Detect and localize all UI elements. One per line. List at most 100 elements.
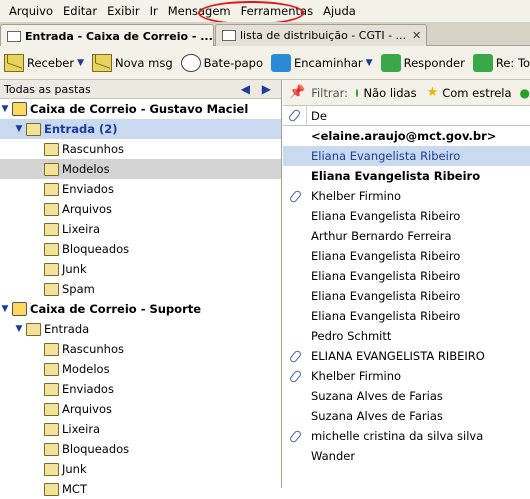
folder-nav-arrows[interactable]: ◀ ▶ [241,82,281,96]
message-row[interactable]: Eliana Evangelista Ribeiro [283,206,530,226]
message-row[interactable]: ELIANA EVANGELISTA RIBEIRO [283,346,530,366]
message-sender: Suzana Alves de Farias [311,409,443,423]
chat-button[interactable]: Bate-papo [180,53,263,72]
message-list: <elaine.araujo@mct.gov.br> Eliana Evangel… [283,126,530,466]
expand-icon[interactable]: ▼ [14,124,24,134]
menu-ir[interactable]: Ir [145,4,163,18]
receive-label: Receber [27,55,75,70]
folder-label: Bloqueados [62,442,130,456]
forward-button[interactable]: Encaminhar ▼ [270,53,373,72]
message-row[interactable]: Pedro Schmitt [283,326,530,346]
new-message-label: Nova msg [114,55,173,70]
pin-icon[interactable]: 📌 [289,85,305,100]
chevron-down-icon[interactable]: ▼ [77,58,84,68]
message-row[interactable]: <elaine.araujo@mct.gov.br> [283,126,530,146]
folder-trash[interactable]: Lixeira [0,419,281,439]
message-row[interactable]: Eliana Evangelista Ribeiro [283,306,530,326]
message-row[interactable]: Wander [283,446,530,466]
message-row[interactable]: Eliana Evangelista Ribeiro [283,286,530,306]
menu-mensagem[interactable]: Mensagem [163,4,236,18]
new-message-button[interactable]: Nova msg [91,53,173,72]
message-row[interactable]: Suzana Alves de Farias [283,406,530,426]
folder-templates[interactable]: Modelos [0,359,281,379]
attachment-column-header[interactable] [283,106,307,125]
mailbox-icon [12,302,27,316]
message-sender: Arthur Bernardo Ferreira [311,229,452,243]
message-row[interactable]: Eliana Evangelista Ribeiro [283,166,530,186]
folder-blocked[interactable]: Bloqueados [0,439,281,459]
menu-bar: Arquivo Editar Exibir Ir Mensagem Ferram… [0,0,530,22]
folder-inbox[interactable]: ▼ Entrada [0,319,281,339]
reply-icon [380,53,401,72]
folder-trash[interactable]: Lixeira [0,219,281,239]
envelope-tab-icon [222,30,236,41]
close-icon[interactable]: ✕ [213,30,214,43]
folder-blocked[interactable]: Bloqueados [0,239,281,259]
close-icon[interactable]: ✕ [406,29,421,42]
contact-icon[interactable]: ● [520,86,530,100]
expand-icon[interactable]: ▼ [14,324,24,334]
message-row[interactable]: Khelber Firmino [283,186,530,206]
menu-editar[interactable]: Editar [58,4,102,18]
reply-button[interactable]: Responder [380,53,465,72]
menu-arquivo[interactable]: Arquivo [4,4,58,18]
message-sender: Eliana Evangelista Ribeiro [311,269,461,283]
paperclip-icon [288,368,302,384]
folder-icon [44,482,59,496]
folder-sent[interactable]: Enviados [0,379,281,399]
filter-starred-button[interactable]: Com estrela [442,86,511,100]
message-row[interactable]: Suzana Alves de Farias [283,386,530,406]
folder-drafts[interactable]: Rascunhos [0,139,281,159]
chat-icon [180,53,201,72]
inbox-tab-icon [7,30,21,42]
reply-all-button[interactable]: Re: Todo [472,53,530,72]
folder-templates[interactable]: Modelos [0,159,281,179]
reply-all-icon [472,53,493,72]
message-row[interactable]: Eliana Evangelista Ribeiro [283,146,530,166]
folder-archives[interactable]: Arquivos [0,399,281,419]
message-row[interactable]: Eliana Evangelista Ribeiro [283,266,530,286]
folder-label: Modelos [62,162,110,176]
unread-dot-icon [356,88,359,97]
trash-icon [44,222,59,236]
attachment-icon [283,368,307,384]
sent-icon [44,382,59,396]
chat-label: Bate-papo [203,55,263,70]
message-row[interactable]: Khelber Firmino [283,366,530,386]
account-gustavo[interactable]: ▼ Caixa de Correio - Gustavo Maciel [0,99,281,119]
account-label: Caixa de Correio - Gustavo Maciel [30,102,249,116]
menu-ferramentas[interactable]: Ferramentas [236,4,318,18]
tab-inbox[interactable]: Entrada - Caixa de Correio - ... ✕ [0,24,214,47]
expand-icon[interactable]: ▼ [0,304,10,314]
message-row[interactable]: michelle cristina da silva silva [283,426,530,446]
folder-junk[interactable]: Junk [0,459,281,479]
message-sender: michelle cristina da silva silva [311,429,484,443]
folder-inbox[interactable]: ▼ Entrada (2) [0,119,281,139]
menu-ajuda[interactable]: Ajuda [318,4,361,18]
message-sender: Eliana Evangelista Ribeiro [311,289,461,303]
star-icon: ★ [426,85,439,100]
templates-icon [44,362,59,376]
menu-exibir[interactable]: Exibir [102,4,145,18]
from-column-header[interactable]: De [307,109,327,123]
templates-icon [44,162,59,176]
folder-label: Junk [62,262,87,276]
filter-unread-button[interactable]: Não lidas [363,86,416,100]
reply-all-label: Re: Todo [495,55,530,70]
folder-sent[interactable]: Enviados [0,179,281,199]
folder-junk[interactable]: Junk [0,259,281,279]
folder-mct[interactable]: MCT [0,479,281,499]
account-suporte[interactable]: ▼ Caixa de Correio - Suporte [0,299,281,319]
folder-archives[interactable]: Arquivos [0,199,281,219]
message-sender: Eliana Evangelista Ribeiro [311,309,461,323]
paperclip-icon [288,428,302,444]
folder-drafts[interactable]: Rascunhos [0,339,281,359]
message-row[interactable]: Arthur Bernardo Ferreira [283,226,530,246]
folder-view-title[interactable]: Todas as pastas [4,83,91,96]
folder-spam[interactable]: Spam [0,279,281,299]
tab-distribution-list[interactable]: lista de distribuição - CGTI - ... ✕ [215,24,427,46]
message-row[interactable]: Eliana Evangelista Ribeiro [283,246,530,266]
chevron-down-icon[interactable]: ▼ [366,58,373,68]
expand-icon[interactable]: ▼ [0,104,10,114]
receive-button[interactable]: Receber ▼ [4,53,84,72]
